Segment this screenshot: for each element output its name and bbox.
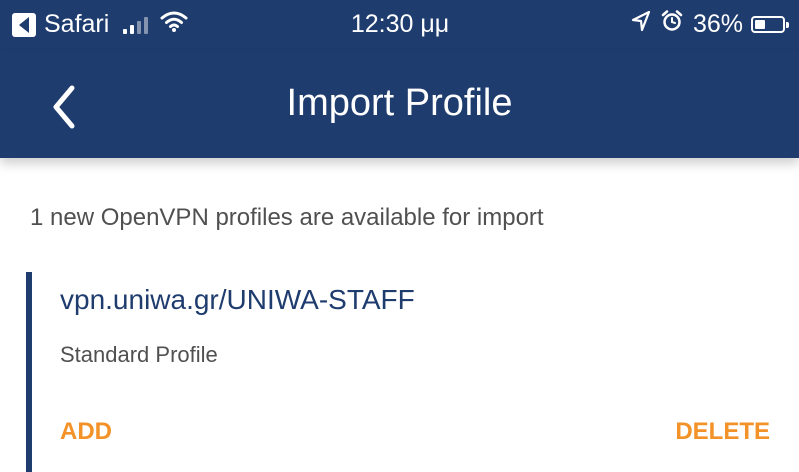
- back-to-app-icon[interactable]: [12, 12, 36, 37]
- delete-profile-button[interactable]: DELETE: [675, 418, 770, 446]
- battery-icon: [751, 16, 789, 33]
- wifi-icon: [160, 10, 188, 39]
- status-time: 12:30 μμ: [350, 10, 450, 38]
- status-bar: Safari 12:30 μμ 36%: [0, 0, 799, 52]
- location-icon: [631, 10, 651, 39]
- status-app-name[interactable]: Safari: [44, 10, 109, 39]
- profile-name: vpn.uniwa.gr/UNIWA-STAFF: [60, 284, 415, 315]
- battery-percentage: 36%: [692, 10, 743, 38]
- profile-card: vpn.uniwa.gr/UNIWA-STAFF Standard Profil…: [26, 272, 792, 472]
- alarm-icon: [661, 10, 683, 39]
- status-bar-left: Safari: [12, 10, 188, 39]
- status-bar-right: 36%: [631, 10, 789, 39]
- add-profile-button[interactable]: ADD: [60, 418, 112, 446]
- import-intro-text: 1 new OpenVPN profiles are available for…: [30, 204, 544, 231]
- profile-type: Standard Profile: [60, 342, 218, 367]
- page-title: Import Profile: [286, 82, 513, 124]
- navigation-bar: Import Profile: [0, 52, 799, 158]
- signal-icon: [123, 16, 149, 34]
